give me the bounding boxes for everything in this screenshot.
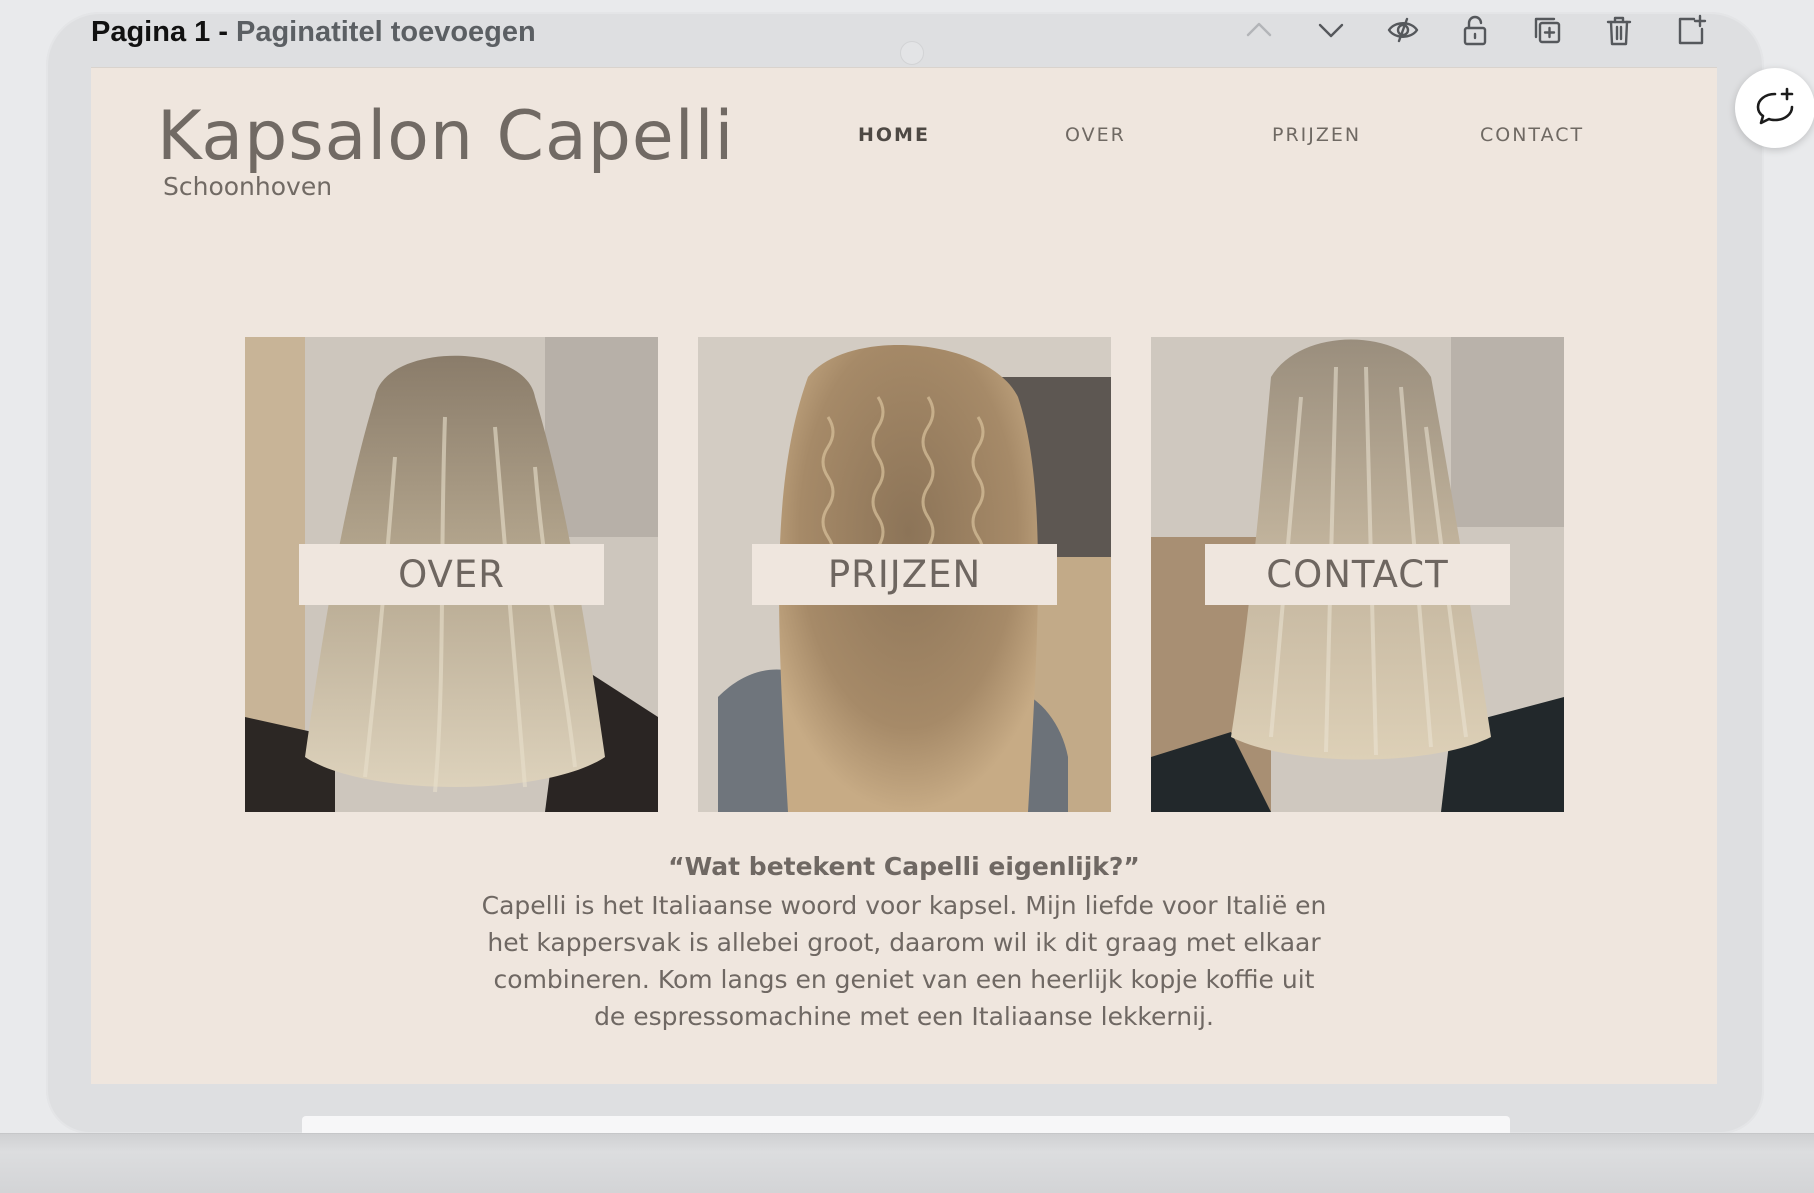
page-number: Pagina 1 - [91,15,228,48]
laptop-base [0,1133,1814,1193]
about-section: “Wat betekent Capelli eigenlijk?” Capell… [91,852,1717,1035]
add-page-button[interactable] [1667,8,1715,52]
website-canvas[interactable]: Kapsalon Capelli Schoonhoven HOME OVER P… [91,67,1717,1084]
add-comment-button[interactable] [1735,68,1814,148]
tile-over[interactable]: OVER [245,337,658,812]
hide-page-button[interactable] [1379,8,1427,52]
trash-icon [1606,16,1632,46]
page-toolbar [1235,8,1715,52]
tile-label: PRIJZEN [752,544,1057,605]
chevron-down-icon [1318,23,1344,38]
page-title-input[interactable]: Paginatitel toevoegen [236,16,536,49]
add-page-icon [1678,14,1707,45]
lock-icon [1463,15,1487,46]
lock-page-button[interactable] [1451,8,1499,52]
move-page-up-button[interactable] [1235,8,1283,52]
duplicate-page-button[interactable] [1523,8,1571,52]
brand-subtitle: Schoonhoven [163,172,333,202]
nav-home[interactable]: HOME [858,124,930,146]
quote-body: Capelli is het Italiaanse woord voor kap… [481,891,1327,1031]
laptop-lip [302,1116,1510,1134]
tile-label: CONTACT [1205,544,1510,605]
eye-icon [1387,17,1419,43]
camera-dot [900,41,924,65]
nav-contact[interactable]: CONTACT [1480,124,1584,146]
tile-prijzen[interactable]: PRIJZEN [698,337,1111,812]
add-comment-icon [1756,87,1794,125]
chevron-up-icon [1246,22,1272,37]
nav-prijzen[interactable]: PRIJZEN [1272,124,1361,146]
tile-label: OVER [299,544,604,605]
nav-over[interactable]: OVER [1065,124,1126,146]
move-page-down-button[interactable] [1307,8,1355,52]
duplicate-icon [1534,17,1561,44]
page-header: Pagina 1 - Paginatitel toevoegen [91,10,536,54]
quote-heading: “Wat betekent Capelli eigenlijk?” [668,852,1140,881]
tile-contact[interactable]: CONTACT [1151,337,1564,812]
delete-page-button[interactable] [1595,8,1643,52]
site-nav: HOME OVER PRIJZEN CONTACT [91,124,1717,154]
